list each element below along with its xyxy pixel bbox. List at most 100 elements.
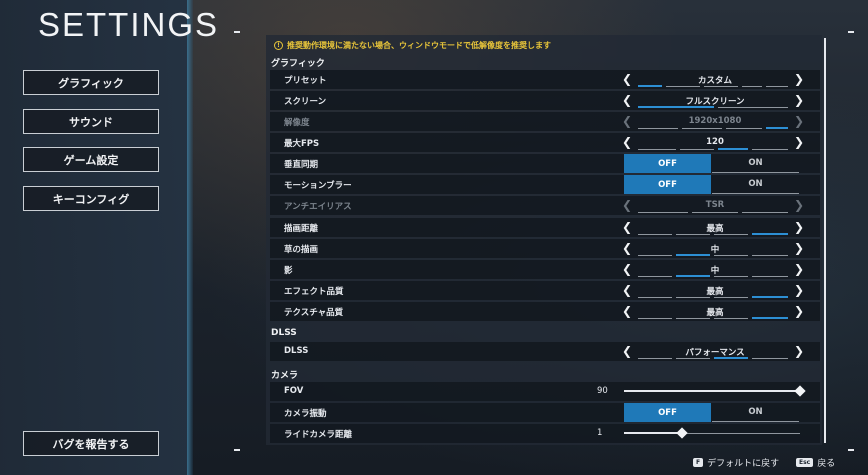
row-value: 中 [710, 245, 720, 255]
row-label: 草の描画 [284, 245, 319, 255]
option-segment [766, 127, 788, 129]
chevron-left-icon[interactable]: ❮ [621, 71, 633, 87]
row-label: テクスチャ品質 [284, 308, 344, 318]
chevron-right-icon[interactable]: ❯ [793, 303, 805, 319]
chevron-left-icon[interactable]: ❮ [621, 240, 633, 256]
row-value: 1920x1080 [688, 116, 742, 126]
back-hint[interactable]: Esc 戻る [796, 456, 835, 469]
option-segment [638, 106, 714, 108]
option-segment [666, 86, 700, 87]
chevron-right-icon[interactable]: ❯ [793, 240, 805, 256]
ride-camera-slider-fill [624, 432, 682, 434]
option-segment [766, 86, 788, 87]
scrollbar[interactable] [824, 38, 826, 443]
chevron-left-icon[interactable]: ❮ [621, 343, 633, 359]
row-draw-distance[interactable]: 描画距離 ❮ 最高 ❯ [270, 218, 820, 237]
row-screen[interactable]: スクリーン ❮ フルスクリーン ❯ [270, 91, 820, 110]
fov-slider[interactable] [624, 385, 806, 397]
option-segment [714, 255, 748, 256]
option-segment [676, 254, 710, 256]
row-label: DLSS [284, 346, 309, 356]
row-label: FOV [284, 386, 304, 396]
row-label: 描画距離 [284, 224, 319, 234]
nav-sound-button[interactable]: サウンド [23, 109, 159, 134]
ride-camera-slider[interactable] [624, 427, 800, 439]
option-segment [752, 296, 788, 298]
warning-icon: ! [274, 41, 283, 50]
option-segment [714, 297, 748, 298]
warning-notice: ! 推奨動作環境に満たない場合、ウィンドウモードで低解像度を推奨します [274, 40, 551, 51]
row-max-fps[interactable]: 最大FPS ❮ 120 ❯ [270, 133, 820, 152]
corner-mark [848, 449, 854, 451]
nav-key-config-button[interactable]: キーコンフィグ [23, 186, 159, 211]
chevron-left-icon[interactable]: ❮ [621, 219, 633, 235]
chevron-left-icon[interactable]: ❮ [621, 282, 633, 298]
camera-shake-off-button[interactable]: OFF [624, 403, 711, 422]
row-ride-camera-distance: ライドカメラ距離 1 [270, 424, 820, 443]
option-segment [752, 317, 788, 319]
chevron-right-icon[interactable]: ❯ [793, 219, 805, 235]
row-label: モーションブラー [284, 181, 352, 191]
motion-blur-on-button[interactable]: ON [712, 175, 799, 194]
chevron-right-icon[interactable]: ❯ [793, 134, 805, 150]
row-grass[interactable]: 草の描画 ❮ 中 ❯ [270, 239, 820, 258]
esc-key-icon: Esc [796, 458, 814, 467]
row-value: TSR [705, 200, 725, 210]
report-bug-button[interactable]: バグを報告する [23, 431, 159, 456]
motion-blur-off-button[interactable]: OFF [624, 175, 711, 194]
row-effect-quality[interactable]: エフェクト品質 ❮ 最高 ❯ [270, 281, 820, 300]
ride-camera-value: 1 [597, 428, 603, 438]
chevron-left-icon[interactable]: ❮ [621, 134, 633, 150]
row-dlss[interactable]: DLSS ❮ パフォーマンス ❯ [270, 342, 820, 361]
row-shadow[interactable]: 影 ❮ 中 ❯ [270, 260, 820, 279]
option-segment [680, 149, 714, 150]
chevron-left-icon: ❮ [621, 198, 633, 212]
option-segment [638, 276, 672, 277]
section-dlss: DLSS [271, 328, 297, 338]
option-segment [752, 149, 788, 150]
chevron-left-icon[interactable]: ❮ [621, 303, 633, 319]
chevron-left-icon: ❮ [621, 114, 633, 128]
vsync-on-button[interactable]: ON [712, 154, 799, 173]
option-segment [718, 148, 748, 150]
option-segment [742, 86, 762, 87]
row-texture-quality[interactable]: テクスチャ品質 ❮ 最高 ❯ [270, 302, 820, 321]
row-value: 120 [706, 137, 724, 147]
row-label: アンチエイリアス [284, 202, 352, 212]
option-segment [752, 276, 788, 277]
reset-default-label: デフォルトに戻す [707, 459, 780, 469]
chevron-right-icon[interactable]: ❯ [793, 343, 805, 359]
left-panel-edge [187, 0, 193, 475]
reset-default-hint[interactable]: F デフォルトに戻す [693, 456, 779, 469]
chevron-right-icon[interactable]: ❯ [793, 71, 805, 87]
corner-mark [848, 31, 854, 33]
option-segment [726, 128, 762, 129]
option-segment [638, 128, 678, 129]
row-label: 影 [284, 266, 293, 276]
fov-slider-handle[interactable] [794, 385, 806, 397]
camera-shake-on-button[interactable]: ON [712, 403, 799, 422]
corner-mark [234, 449, 240, 451]
option-segment [676, 275, 710, 277]
nav-game-settings-button[interactable]: ゲーム設定 [23, 147, 159, 172]
option-segment [638, 212, 688, 213]
row-motion-blur: モーションブラー OFF ON [270, 175, 820, 194]
chevron-right-icon[interactable]: ❯ [793, 92, 805, 108]
option-segment [704, 86, 738, 87]
row-preset[interactable]: プリセット ❮ カスタム ❯ [270, 70, 820, 89]
option-segment [638, 234, 672, 235]
option-segment [718, 107, 788, 108]
row-label: 垂直同期 [284, 160, 319, 170]
row-label: 解像度 [284, 118, 310, 128]
nav-graphics-button[interactable]: グラフィック [23, 70, 159, 95]
chevron-left-icon[interactable]: ❮ [621, 92, 633, 108]
option-segment [638, 297, 672, 298]
chevron-left-icon[interactable]: ❮ [621, 261, 633, 277]
option-segment [742, 212, 788, 213]
section-camera: カメラ [271, 371, 299, 381]
option-segment [714, 276, 748, 277]
ride-camera-slider-handle[interactable] [676, 427, 688, 439]
chevron-right-icon[interactable]: ❯ [793, 282, 805, 298]
vsync-off-button[interactable]: OFF [624, 154, 711, 173]
chevron-right-icon[interactable]: ❯ [793, 261, 805, 277]
